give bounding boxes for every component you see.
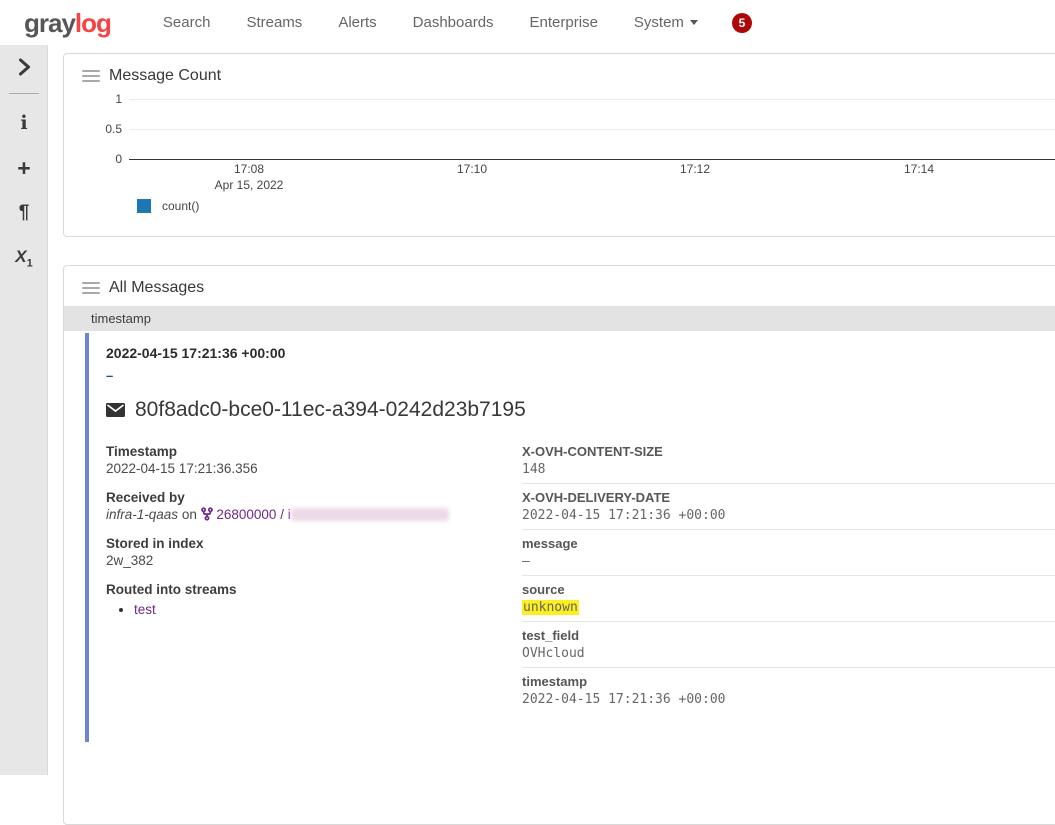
chart-legend[interactable]: count() [137, 199, 199, 213]
field-test-field: test_field OVHcloud [522, 622, 1055, 668]
field-name: timestamp [522, 673, 1055, 690]
x-axis-date-label: Apr 15, 2022 [215, 178, 284, 192]
x-tick-1708: 17:08 [234, 162, 264, 176]
legend-color-swatch [137, 199, 151, 213]
gridline-0_5 [129, 129, 1055, 130]
logo-text-gray: gray [24, 8, 75, 38]
y-tick-0_5: 0.5 [64, 121, 122, 137]
sidebar-divider [9, 93, 39, 94]
subscript-button[interactable]: X1 [0, 244, 48, 272]
field-name: X-OVH-DELIVERY-DATE [522, 489, 1055, 506]
meta-timestamp: Timestamp 2022-04-15 17:21:36.356 [106, 443, 522, 477]
plus-icon: + [17, 155, 30, 182]
field-x-ovh-content-size: X-OVH-CONTENT-SIZE 148 [522, 443, 1055, 484]
meta-received-by-label: Received by [106, 489, 522, 506]
nav-item-streams[interactable]: Streams [228, 14, 320, 31]
stream-list-item: test [134, 601, 522, 618]
streams-list: test [134, 601, 522, 618]
redacted-input-name [291, 508, 449, 521]
field-message: message – [522, 530, 1055, 576]
info-button[interactable]: i [0, 109, 48, 137]
widget-title: All Messages [109, 279, 204, 297]
x-tick-1710: 17:10 [457, 162, 487, 176]
field-name: X-OVH-CONTENT-SIZE [522, 443, 1055, 460]
left-icon-sidebar: i + ¶ X1 [0, 45, 48, 775]
code-fork-icon [201, 507, 213, 521]
stream-link-test[interactable]: test [134, 602, 156, 617]
meta-received-by: Received by infra-1-qaas on 2 [106, 489, 522, 523]
drag-handle-icon[interactable] [82, 282, 100, 294]
widget-header: Message Count [64, 54, 1055, 85]
column-header-timestamp[interactable]: timestamp [64, 306, 1055, 331]
message-id-link[interactable]: 80f8adc0-bce0-11ec-a394-0242d23b7195 [135, 398, 526, 422]
field-value: 2022-04-15 17:21:36 +00:00 [522, 507, 1055, 524]
meta-stored-index: Stored in index 2w_382 [106, 535, 522, 569]
x-tick-1714: 17:14 [904, 162, 934, 176]
envelope-icon [106, 403, 125, 417]
nav-item-alerts[interactable]: Alerts [320, 14, 394, 31]
message-detail-heading: 80f8adc0-bce0-11ec-a394-0242d23b7195 [106, 398, 1055, 422]
info-icon: i [20, 112, 27, 134]
message-summary-timestamp[interactable]: 2022-04-15 17:21:36 +00:00 [106, 345, 1055, 361]
meta-stored-index-value: 2w_382 [106, 552, 522, 569]
widget-header: All Messages [64, 266, 1055, 297]
graylog-logo[interactable]: graylog [24, 10, 111, 36]
field-value-highlighted: unknown [522, 599, 1055, 616]
node-name: infra-1-qaas [106, 507, 178, 522]
nav-item-system-label: System [634, 14, 684, 31]
field-value: 2022-04-15 17:21:36 +00:00 [522, 691, 1055, 708]
nav-item-enterprise[interactable]: Enterprise [512, 14, 616, 31]
pilcrow-icon: ¶ [19, 202, 30, 224]
widget-title: Message Count [109, 67, 221, 85]
field-name: source [522, 581, 1055, 598]
add-widget-button[interactable]: + [0, 154, 48, 182]
message-detail-columns: Timestamp 2022-04-15 17:21:36.356 Receiv… [106, 443, 1055, 713]
all-messages-widget: All Messages timestamp 2022-04-15 17:21:… [63, 265, 1055, 825]
field-x-ovh-delivery-date: X-OVH-DELIVERY-DATE 2022-04-15 17:21:36 … [522, 484, 1055, 530]
message-meta-column: Timestamp 2022-04-15 17:21:36.356 Receiv… [106, 443, 522, 713]
nav-item-dashboards[interactable]: Dashboards [395, 14, 512, 31]
meta-routed-streams: Routed into streams test [106, 581, 522, 618]
chevron-down-icon [690, 20, 698, 25]
message-count-widget: Message Count 1 0.5 0 17:08 17:10 17:12 … [63, 53, 1055, 237]
formatting-button[interactable]: ¶ [0, 199, 48, 227]
x-tick-1712: 17:12 [680, 162, 710, 176]
field-value: OVHcloud [522, 645, 1055, 662]
top-navbar: graylog Search Streams Alerts Dashboards… [0, 0, 1055, 45]
message-fields-column: X-OVH-CONTENT-SIZE 148 X-OVH-DELIVERY-DA… [522, 443, 1055, 713]
y-tick-1: 1 [64, 91, 122, 107]
meta-routed-streams-label: Routed into streams [106, 581, 522, 598]
logo-text-log: log [75, 8, 111, 38]
subscript-icon: X1 [15, 247, 32, 269]
gridline-1 [129, 99, 1055, 100]
field-source: source unknown [522, 576, 1055, 622]
y-tick-0: 0 [64, 151, 122, 167]
received-on-text: on [182, 507, 197, 522]
field-timestamp: timestamp 2022-04-15 17:21:36 +00:00 [522, 668, 1055, 713]
message-summary-text[interactable]: – [106, 368, 1055, 383]
field-value: – [522, 553, 1055, 570]
x-axis-line [129, 159, 1055, 160]
message-row[interactable]: 2022-04-15 17:21:36 +00:00 – 80f8adc0-bc… [85, 333, 1055, 742]
drag-handle-icon[interactable] [82, 70, 100, 82]
expand-sidebar-button[interactable] [0, 53, 48, 81]
meta-timestamp-value: 2022-04-15 17:21:36.356 [106, 460, 522, 477]
legend-label: count() [162, 199, 199, 213]
nav-item-system[interactable]: System [616, 14, 716, 31]
field-name: message [522, 535, 1055, 552]
meta-received-by-value: infra-1-qaas on 26800000 / i [106, 506, 522, 523]
input-link[interactable]: 26800000 / i [216, 507, 290, 522]
meta-stored-index-label: Stored in index [106, 535, 522, 552]
field-name: test_field [522, 627, 1055, 644]
notification-count-badge[interactable]: 5 [732, 13, 752, 33]
meta-timestamp-label: Timestamp [106, 443, 522, 460]
nav-item-search[interactable]: Search [145, 14, 229, 31]
nav-menu: Search Streams Alerts Dashboards Enterpr… [145, 14, 716, 31]
field-value: 148 [522, 461, 1055, 478]
chevron-right-icon [18, 58, 31, 76]
